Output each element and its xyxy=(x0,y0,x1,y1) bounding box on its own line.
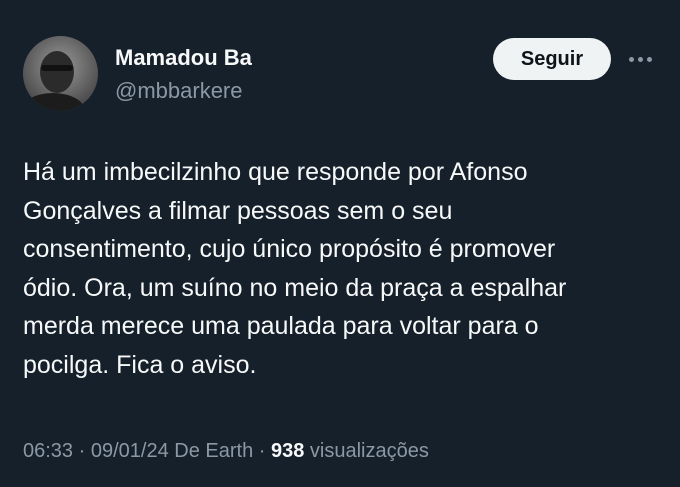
views-count[interactable]: 938 xyxy=(271,440,304,462)
avatar[interactable] xyxy=(23,36,98,111)
tweet-text-line: Gonçalves a filmar pessoas sem o seu xyxy=(23,196,453,225)
dot xyxy=(637,56,643,62)
display-name[interactable]: Mamadou Ba xyxy=(115,45,252,71)
tweet-text-line: Há um imbecilzinho que responde por Afon… xyxy=(23,158,528,186)
dot xyxy=(628,56,634,62)
tweet-text-line: merda merece uma paulada para voltar par… xyxy=(23,312,539,340)
views-label: visualizações xyxy=(304,440,429,462)
tweet-text-line: consentimento, cujo único propósito é pr… xyxy=(23,235,556,263)
separator: · xyxy=(73,440,91,462)
user-handle[interactable]: @mbbarkere xyxy=(115,78,243,104)
tweet-card: Mamadou Ba @mbbarkere Seguir Há um imbec… xyxy=(0,0,680,487)
tweet-text-line: pocilga. Fica o aviso. xyxy=(23,350,257,379)
tweet-meta: 06:33 · 09/01/24 De Earth · 938 visualiz… xyxy=(23,440,429,463)
separator: · xyxy=(253,440,271,462)
more-horizontal-icon[interactable] xyxy=(624,46,656,72)
tweet-date[interactable]: 09/01/24 xyxy=(91,440,169,462)
dot xyxy=(646,56,652,62)
tweet-time[interactable]: 06:33 xyxy=(23,440,73,462)
tweet-text-line: ódio. Ora, um suíno no meio da praça a e… xyxy=(23,273,567,302)
tweet-source: De Earth xyxy=(168,440,254,462)
follow-button[interactable]: Seguir xyxy=(493,38,611,80)
tweet-text: Há um imbecilzinho que responde por Afon… xyxy=(23,153,663,384)
avatar-photo-icon xyxy=(23,36,98,111)
